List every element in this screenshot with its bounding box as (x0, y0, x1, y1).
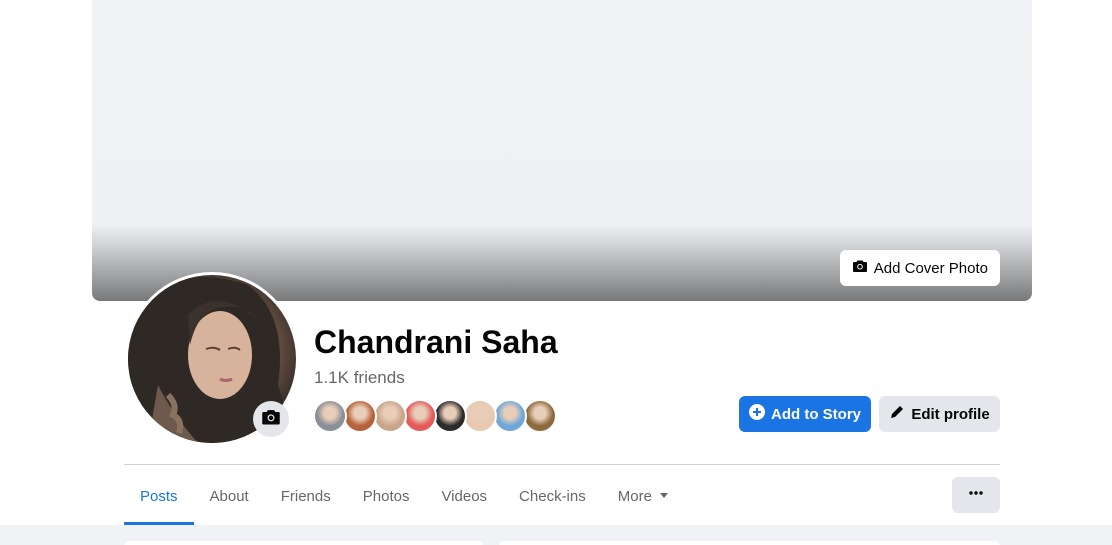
camera-icon (852, 258, 868, 278)
edit-profile-button[interactable]: Edit profile (879, 396, 1000, 432)
ellipsis-icon (968, 485, 984, 506)
friend-avatar[interactable] (313, 399, 347, 433)
tab-label: More (617, 487, 652, 505)
tab-label: About (209, 487, 249, 505)
tab-friends[interactable]: Friends (265, 470, 347, 522)
tab-label: Posts (140, 487, 178, 505)
tab-check-ins[interactable]: Check-ins (503, 470, 602, 522)
update-profile-picture-button[interactable] (253, 401, 289, 437)
intro-card (124, 541, 483, 545)
camera-icon (261, 407, 281, 432)
friend-avatar[interactable] (343, 399, 377, 433)
plus-circle-icon (749, 404, 765, 424)
tab-photos[interactable]: Photos (347, 470, 426, 522)
profile-name: Chandrani Saha (314, 324, 558, 360)
tab-videos[interactable]: Videos (425, 470, 503, 522)
tab-label: Videos (441, 487, 488, 505)
friends-count-link[interactable]: 1.1K friends (314, 368, 405, 388)
edit-profile-label: Edit profile (911, 405, 990, 423)
pencil-icon (889, 404, 905, 424)
tab-more[interactable]: More (602, 470, 686, 522)
friend-avatar[interactable] (433, 399, 467, 433)
friend-avatar[interactable] (523, 399, 557, 433)
friend-avatars-list (313, 399, 557, 433)
friend-avatar[interactable] (463, 399, 497, 433)
posts-card (499, 541, 1000, 545)
cover-photo: Add Cover Photo (92, 0, 1032, 301)
add-cover-photo-label: Add Cover Photo (873, 259, 988, 277)
tab-label: Photos (362, 487, 410, 505)
friend-avatar[interactable] (493, 399, 527, 433)
add-to-story-button[interactable]: Add to Story (739, 396, 871, 432)
tab-posts[interactable]: Posts (124, 470, 194, 525)
header-divider (124, 464, 1000, 465)
profile-tabs: Posts About Friends Photos Videos Check-… (124, 470, 686, 525)
tab-label: Check-ins (519, 487, 586, 505)
friend-avatar[interactable] (373, 399, 407, 433)
friend-avatar[interactable] (403, 399, 437, 433)
profile-page: Add Cover Photo Chandrani Saha 1.1K frie… (0, 0, 1112, 545)
add-to-story-label: Add to Story (771, 405, 861, 423)
add-cover-photo-button[interactable]: Add Cover Photo (839, 250, 1000, 286)
tab-about[interactable]: About (194, 470, 265, 522)
tab-label: Friends (280, 487, 331, 505)
caret-down-icon (658, 488, 670, 505)
more-options-button[interactable] (952, 477, 1000, 513)
